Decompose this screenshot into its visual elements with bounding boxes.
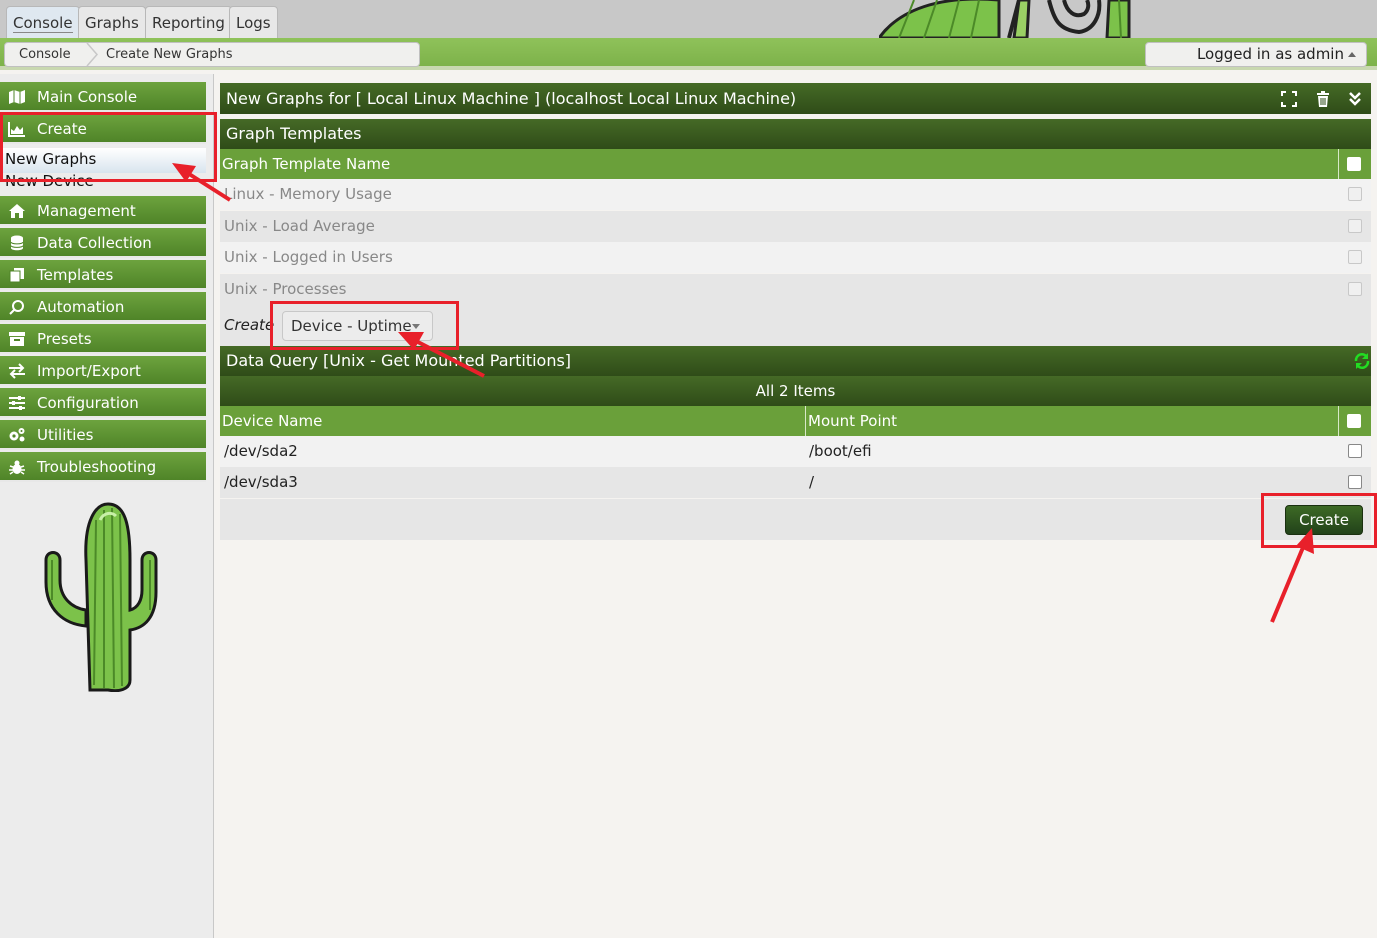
graph-templates-column-header: Graph Template Name — [220, 149, 1371, 179]
data-query-header: Data Query [Unix - Get Mounted Partition… — [220, 346, 1371, 376]
panel-title-bar: New Graphs for [ Local Linux Machine ] (… — [220, 83, 1371, 114]
cogs-icon — [9, 428, 25, 442]
column-separator — [1338, 406, 1339, 436]
sidebar-item-configuration[interactable]: Configuration — [0, 388, 206, 418]
sidebar-item-import-export[interactable]: Import/Export — [0, 356, 206, 386]
table-row[interactable]: /dev/sda3 / — [220, 467, 1371, 498]
sidebar-item-templates[interactable]: Templates — [0, 260, 206, 290]
table-row: Linux - Memory Usage — [220, 179, 1371, 210]
cactus-logo — [44, 502, 158, 692]
column-separator — [1338, 149, 1339, 179]
sidebar-item-utilities[interactable]: Utilities — [0, 420, 206, 450]
column-mount-point[interactable]: Mount Point — [808, 406, 897, 436]
navigation-bar: Console Create New Graphs Logged in as a… — [0, 38, 1377, 70]
sidebar: Main Console Create New Graphs New Devic… — [0, 74, 214, 938]
create-label: Create — [224, 316, 275, 334]
refresh-icon[interactable] — [1353, 352, 1371, 370]
device-name-cell: /dev/sda3 — [224, 473, 298, 491]
sidebar-item-management[interactable]: Management — [0, 196, 206, 226]
chevron-double-down-icon[interactable] — [1347, 91, 1363, 107]
copy-icon — [9, 268, 24, 283]
sidebar-item-data-collection[interactable]: Data Collection — [0, 228, 206, 258]
cactus-logo — [879, 0, 1349, 38]
table-row: Unix - Load Average — [220, 211, 1371, 242]
form-actions: Create — [220, 499, 1371, 540]
breadcrumb-separator-icon — [86, 43, 98, 66]
data-query-column-header: Device Name Mount Point — [220, 406, 1371, 436]
annotation-box-template-select — [270, 301, 459, 350]
archive-icon — [9, 332, 25, 346]
fullscreen-icon[interactable] — [1281, 91, 1297, 107]
breadcrumb: Console Create New Graphs — [4, 42, 420, 67]
user-menu[interactable]: Logged in as admin — [1145, 42, 1367, 67]
row-checkbox[interactable] — [1348, 250, 1362, 264]
sidebar-item-troubleshooting[interactable]: Troubleshooting — [0, 452, 206, 482]
sidebar-item-automation[interactable]: Automation — [0, 292, 206, 322]
sidebar-item-main-console[interactable]: Main Console — [0, 82, 206, 112]
column-separator — [805, 406, 806, 436]
database-icon — [10, 235, 24, 251]
tab-graphs[interactable]: Graphs — [78, 6, 146, 38]
tab-reporting[interactable]: Reporting — [145, 6, 232, 38]
exchange-icon — [9, 363, 25, 379]
caret-up-icon — [1348, 52, 1356, 57]
login-status: Logged in as admin — [1196, 45, 1344, 63]
tab-logs[interactable]: Logs — [229, 6, 278, 38]
items-count: All 2 Items — [220, 376, 1371, 406]
row-checkbox[interactable] — [1348, 444, 1362, 458]
home-icon — [9, 204, 25, 218]
mount-point-cell: /boot/efi — [809, 442, 872, 460]
column-device-name[interactable]: Device Name — [222, 406, 322, 436]
automation-icon — [9, 300, 24, 315]
bug-icon — [9, 460, 25, 475]
table-row[interactable]: /dev/sda2 /boot/efi — [220, 436, 1371, 467]
select-all-templates-checkbox[interactable] — [1347, 157, 1361, 171]
breadcrumb-current[interactable]: Create New Graphs — [106, 43, 232, 66]
row-checkbox[interactable] — [1348, 187, 1362, 201]
top-tab-bar: Console Graphs Reporting Logs — [0, 0, 1377, 38]
table-row: Unix - Logged in Users — [220, 242, 1371, 273]
tab-console[interactable]: Console — [6, 6, 80, 38]
sliders-icon — [9, 396, 25, 410]
map-icon — [9, 90, 25, 104]
row-checkbox[interactable] — [1348, 475, 1362, 489]
annotation-box-create-button — [1261, 493, 1377, 548]
select-all-items-checkbox[interactable] — [1347, 414, 1361, 428]
trash-icon[interactable] — [1315, 91, 1331, 107]
breadcrumb-console[interactable]: Console — [19, 43, 71, 66]
sidebar-item-presets[interactable]: Presets — [0, 324, 206, 354]
row-checkbox[interactable] — [1348, 219, 1362, 233]
graph-templates-header: Graph Templates — [220, 119, 1371, 149]
device-name-cell: /dev/sda2 — [224, 442, 298, 460]
row-checkbox[interactable] — [1348, 282, 1362, 296]
annotation-box-create — [0, 112, 217, 182]
mount-point-cell: / — [809, 473, 815, 491]
page-title: New Graphs for [ Local Linux Machine ] (… — [226, 89, 797, 108]
column-graph-template-name[interactable]: Graph Template Name — [222, 149, 390, 179]
